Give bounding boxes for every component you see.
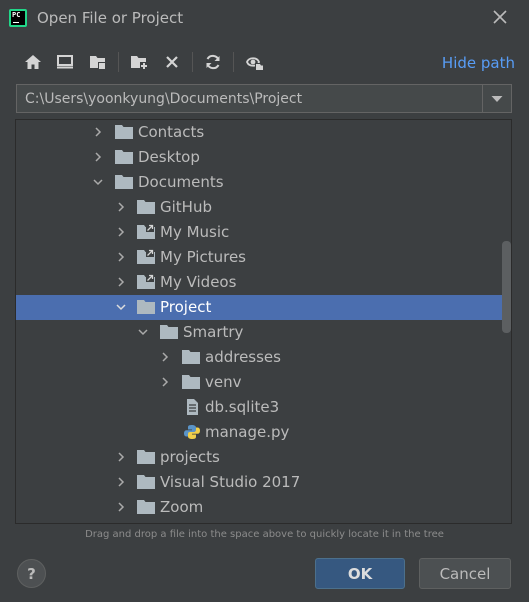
tree-item-label: Smartry xyxy=(183,323,244,341)
toolbar-separator xyxy=(118,52,119,72)
chevron-right-icon[interactable] xyxy=(160,377,170,387)
tree-item-addresses[interactable]: addresses xyxy=(16,345,511,370)
home-icon[interactable] xyxy=(21,50,45,74)
chevron-down-icon[interactable] xyxy=(93,177,103,187)
tree-item-projects[interactable]: projects xyxy=(16,445,511,470)
show-hidden-icon[interactable] xyxy=(243,50,267,74)
folder-icon xyxy=(137,475,155,489)
tree-item-label: My Pictures xyxy=(160,248,246,266)
ok-button[interactable]: OK xyxy=(315,558,405,589)
text-file-icon xyxy=(187,399,198,415)
tree-item-project[interactable]: Project xyxy=(16,295,511,320)
tree-item-label: Visual Studio 2017 xyxy=(160,473,301,491)
tree-item-documents[interactable]: Documents xyxy=(16,170,511,195)
python-file-icon xyxy=(184,425,200,439)
tree-item-manage-py[interactable]: manage.py xyxy=(16,420,511,445)
tree-item-label: My Videos xyxy=(160,273,237,291)
chevron-down-icon[interactable] xyxy=(138,327,148,337)
chevron-right-icon[interactable] xyxy=(93,152,103,162)
chevron-right-icon[interactable] xyxy=(116,502,126,512)
tree-scrollbar-thumb[interactable] xyxy=(502,241,511,333)
chevron-right-icon[interactable] xyxy=(116,452,126,462)
symlink-folder-icon xyxy=(137,249,155,264)
tree-item-contacts[interactable]: Contacts xyxy=(16,120,511,145)
file-tree[interactable]: Contacts Desktop Documents GitHub My Mus… xyxy=(15,119,512,524)
folder-icon xyxy=(115,150,133,164)
tree-item-label: Desktop xyxy=(138,148,200,166)
hide-path-link[interactable]: Hide path xyxy=(442,54,515,72)
pycharm-logo-icon: PC xyxy=(9,9,27,27)
folder-icon xyxy=(137,500,155,514)
toolbar-separator xyxy=(192,52,193,72)
path-dropdown-button[interactable] xyxy=(482,85,511,112)
tree-item-label: projects xyxy=(160,448,220,466)
drag-drop-hint: Drag and drop a file into the space abov… xyxy=(85,529,444,540)
chevron-right-icon[interactable] xyxy=(116,227,126,237)
tree-item-partial[interactable] xyxy=(16,520,511,523)
tree-item-smartry[interactable]: Smartry xyxy=(16,320,511,345)
chevron-right-icon[interactable] xyxy=(116,277,126,287)
chevron-right-icon[interactable] xyxy=(116,202,126,212)
dialog-title: Open File or Project xyxy=(37,9,184,27)
folder-icon xyxy=(182,350,200,364)
help-button[interactable]: ? xyxy=(17,559,46,588)
tree-item-label: Project xyxy=(160,298,212,316)
tree-item-visual-studio-2017[interactable]: Visual Studio 2017 xyxy=(16,470,511,495)
toolbar: Hide path xyxy=(0,46,529,78)
folder-icon xyxy=(160,325,178,339)
symlink-folder-icon xyxy=(137,224,155,239)
cancel-button[interactable]: Cancel xyxy=(419,558,511,589)
tree-item-label: Zoom xyxy=(160,498,204,516)
tree-item-label: My Music xyxy=(160,223,230,241)
tree-item-github[interactable]: GitHub xyxy=(16,195,511,220)
tree-item-venv[interactable]: venv xyxy=(16,370,511,395)
project-folder-icon[interactable] xyxy=(86,50,110,74)
tree-item-label: GitHub xyxy=(160,198,212,216)
tree-item-label: venv xyxy=(205,373,242,391)
chevron-right-icon[interactable] xyxy=(93,127,103,137)
refresh-icon[interactable] xyxy=(201,50,225,74)
chevron-right-icon[interactable] xyxy=(160,352,170,362)
desktop-icon[interactable] xyxy=(53,50,77,74)
close-icon[interactable] xyxy=(491,8,509,26)
folder-icon xyxy=(137,450,155,464)
toolbar-separator xyxy=(233,52,234,72)
folder-icon xyxy=(182,375,200,389)
title-bar: PC Open File or Project xyxy=(0,0,529,38)
tree-item-label: Contacts xyxy=(138,123,205,141)
folder-icon xyxy=(115,125,133,139)
tree-item-my-pictures[interactable]: My Pictures xyxy=(16,245,511,270)
folder-icon xyxy=(115,175,133,189)
chevron-right-icon[interactable] xyxy=(116,252,126,262)
tree-item-label: manage.py xyxy=(205,423,290,441)
tree-item-label: db.sqlite3 xyxy=(205,398,280,416)
new-folder-icon[interactable] xyxy=(127,50,151,74)
chevron-down-icon[interactable] xyxy=(116,302,126,312)
tree-item-db-sqlite3[interactable]: db.sqlite3 xyxy=(16,395,511,420)
tree-item-label: addresses xyxy=(205,348,281,366)
tree-item-label: Documents xyxy=(138,173,224,191)
folder-icon xyxy=(137,300,155,314)
tree-item-zoom[interactable]: Zoom xyxy=(16,495,511,520)
symlink-folder-icon xyxy=(137,274,155,289)
folder-icon xyxy=(137,200,155,214)
chevron-right-icon[interactable] xyxy=(116,477,126,487)
tree-item-desktop[interactable]: Desktop xyxy=(16,145,511,170)
chevron-down-icon xyxy=(491,95,503,102)
path-input[interactable] xyxy=(17,85,482,112)
tree-item-my-music[interactable]: My Music xyxy=(16,220,511,245)
delete-icon[interactable] xyxy=(160,50,184,74)
tree-item-my-videos[interactable]: My Videos xyxy=(16,270,511,295)
path-combobox[interactable] xyxy=(16,84,512,113)
